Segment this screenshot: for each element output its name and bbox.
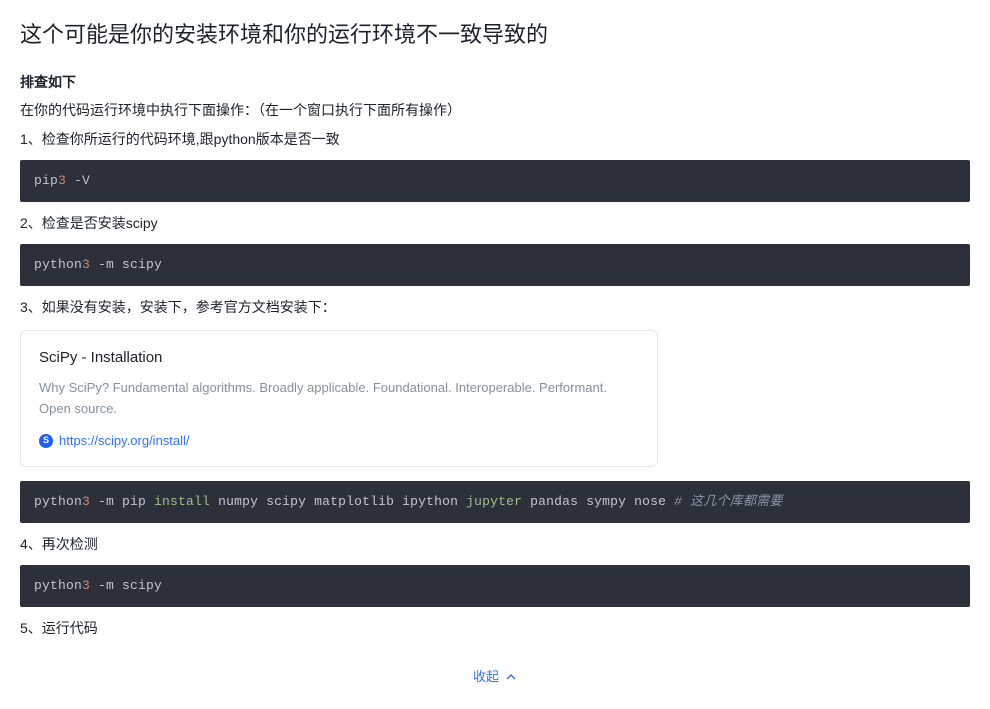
collapse-row: 收起 xyxy=(20,659,970,689)
code-block-2[interactable]: python3 -m scipy xyxy=(20,244,970,286)
code-token: jupyter xyxy=(466,494,522,509)
code-token: install xyxy=(154,494,210,509)
link-card-url-row: S https://scipy.org/install/ xyxy=(39,430,639,452)
section-label: 排查如下 xyxy=(20,71,970,95)
code-token: 3 xyxy=(58,173,66,188)
code-token: -m scipy xyxy=(90,257,162,272)
step-1-text: 1、检查你所运行的代码环境,跟python版本是否一致 xyxy=(20,128,970,152)
collapse-button[interactable]: 收起 xyxy=(473,666,517,688)
step-3-text: 3、如果没有安装，安装下，参考官方文档安装下： xyxy=(20,296,970,320)
code-token: pip xyxy=(34,173,58,188)
step-5-text: 5、运行代码 xyxy=(20,617,970,641)
intro-text: 在你的代码运行环境中执行下面操作：（在一个窗口执行下面所有操作） xyxy=(20,99,970,123)
collapse-label: 收起 xyxy=(473,666,499,688)
code-token: python xyxy=(34,257,82,272)
chevron-up-icon xyxy=(505,671,517,683)
code-token: numpy scipy matplotlib ipython xyxy=(210,494,466,509)
code-comment: # 这几个库都需要 xyxy=(674,494,782,509)
code-block-1[interactable]: pip3 -V xyxy=(20,160,970,202)
step-2-text: 2、检查是否安装scipy xyxy=(20,212,970,236)
code-token: 3 xyxy=(82,257,90,272)
step-4-text: 4、再次检测 xyxy=(20,533,970,557)
code-token: -V xyxy=(66,173,90,188)
answer-title: 这个可能是你的安装环境和你的运行环境不一致导致的 xyxy=(20,20,970,51)
link-card-desc: Why SciPy? Fundamental algorithms. Broad… xyxy=(39,378,639,420)
code-token: 3 xyxy=(82,494,90,509)
code-token: python xyxy=(34,494,82,509)
code-token: -m pip xyxy=(90,494,154,509)
code-block-3[interactable]: python3 -m pip install numpy scipy matpl… xyxy=(20,481,970,523)
code-block-4[interactable]: python3 -m scipy xyxy=(20,565,970,607)
code-token: pandas sympy nose xyxy=(522,494,674,509)
link-card[interactable]: SciPy - Installation Why SciPy? Fundamen… xyxy=(20,330,658,467)
link-card-url[interactable]: https://scipy.org/install/ xyxy=(59,430,190,452)
favicon-icon: S xyxy=(39,434,53,448)
link-card-title: SciPy - Installation xyxy=(39,345,639,371)
